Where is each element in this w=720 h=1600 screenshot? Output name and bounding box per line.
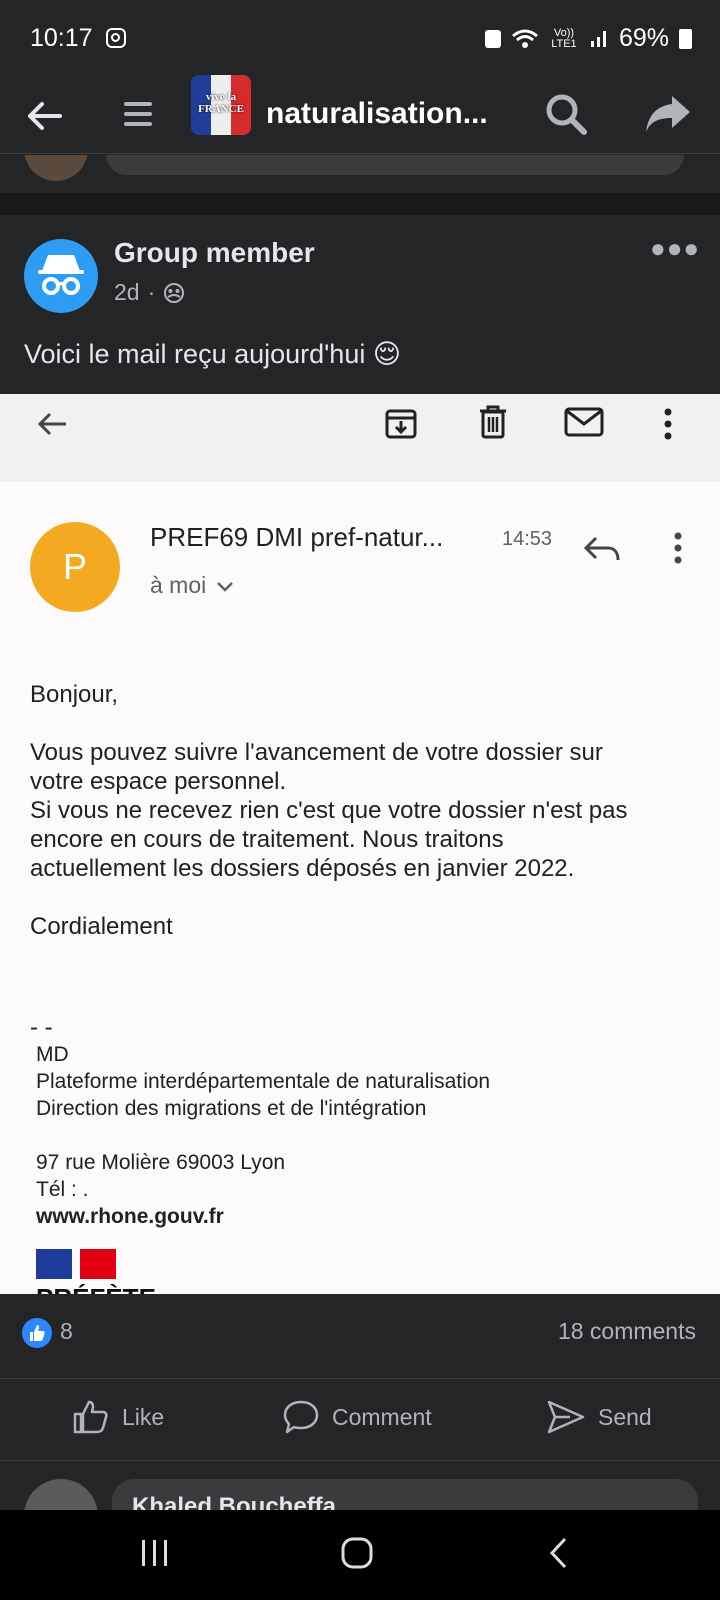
signal-icon	[590, 30, 606, 47]
commenter-name[interactable]: Khaled Boucheffa	[132, 1493, 336, 1510]
email-paragraph: Vous pouvez suivre l'avancement de votre…	[30, 739, 628, 882]
commenter-avatar[interactable]	[24, 1479, 98, 1510]
group-title[interactable]: naturalisation...	[266, 90, 488, 138]
reactions-bar: 8 18 comments	[0, 1294, 720, 1379]
signature-website: www.rhone.gouv.fr	[36, 1205, 224, 1228]
post-meta: 2d ·	[114, 279, 185, 306]
email-time: 14:53	[502, 528, 553, 550]
menu-icon[interactable]	[122, 98, 154, 130]
send-button[interactable]: Send	[546, 1399, 652, 1435]
signature-name: MD	[36, 1043, 69, 1066]
anonymous-avatar[interactable]	[24, 239, 98, 313]
delete-icon	[480, 405, 506, 439]
send-icon	[547, 1400, 585, 1434]
signature-org: Plateforme interdépartementale de natura…	[36, 1070, 491, 1093]
status-icons: Vo)) LTE1 69%	[484, 24, 692, 53]
instagram-icon	[105, 28, 126, 48]
like-count[interactable]: 8	[60, 1318, 73, 1345]
back-arrow-icon[interactable]	[24, 96, 64, 136]
recent-apps-icon[interactable]	[138, 1536, 172, 1570]
search-icon[interactable]	[544, 92, 588, 136]
battery-icon	[679, 28, 692, 49]
comment-count[interactable]: 18 comments	[558, 1318, 696, 1345]
network-label: Vo)) LTE1	[551, 26, 577, 50]
post-text: Voici le mail reçu aujourd'hui 😌	[24, 339, 401, 369]
comment-preview: Khaled Boucheffa	[0, 1461, 720, 1510]
post-separator	[0, 193, 720, 215]
home-icon[interactable]	[340, 1536, 374, 1570]
email-closing: Cordialement	[30, 913, 173, 940]
send-label: Send	[598, 1403, 652, 1430]
comment-icon	[283, 1400, 319, 1434]
wifi-icon	[511, 29, 538, 48]
like-button[interactable]: Like	[72, 1399, 164, 1435]
email-greeting: Bonjour,	[30, 681, 119, 708]
prefecture-logo-text: PRÉFÈTE	[36, 1283, 156, 1294]
comment-label: Comment	[332, 1403, 432, 1430]
recycle-icon	[484, 29, 501, 48]
incognito-icon	[38, 255, 84, 295]
archive-icon	[385, 409, 417, 439]
previous-post-strip	[0, 155, 720, 193]
gmail-more-icon	[664, 408, 672, 440]
gmail-back-icon	[37, 412, 66, 436]
signature-dash: - -	[30, 1014, 53, 1041]
post-age[interactable]: 2d	[114, 279, 140, 306]
post-options-icon[interactable]: ●●●	[650, 233, 700, 264]
like-label: Like	[122, 1403, 165, 1430]
back-nav-icon[interactable]	[546, 1536, 572, 1570]
reply-icon	[583, 536, 620, 561]
status-time: 10:17	[30, 24, 126, 53]
prev-comment-box[interactable]	[106, 155, 684, 175]
prev-avatar	[24, 155, 88, 181]
mail-icon	[564, 407, 604, 437]
group-logo[interactable]: vive la FRANCE	[191, 75, 251, 135]
meta-separator: ·	[147, 279, 156, 305]
recipient: à moi	[150, 572, 207, 598]
email-body: Bonjour, Vous pouvez suivre l'avancement…	[30, 680, 690, 970]
post-actions: Like Comment Send	[0, 1379, 720, 1461]
recipient-line: à moi	[150, 572, 234, 599]
sender-name: PREF69 DMI pref-natur...	[150, 522, 444, 552]
gmail-toolbar	[0, 394, 720, 482]
status-bar: 10:17 Vo)) LTE1 69%	[0, 0, 720, 80]
email-signature: - - MD Plateforme interdépartementale de…	[30, 1014, 491, 1230]
prefecture-logo: PRÉFÈTE	[36, 1249, 156, 1294]
group-privacy-icon	[164, 282, 185, 303]
chevron-down-icon	[217, 581, 234, 592]
signature-phone: Tél : .	[36, 1178, 89, 1201]
sender-avatar: P	[30, 522, 120, 612]
group-header: naturalisation...	[0, 80, 720, 154]
signature-dept: Direction des migrations et de l'intégra…	[36, 1097, 427, 1120]
share-icon[interactable]	[644, 92, 692, 136]
thumbs-up-icon	[73, 1400, 108, 1434]
comment-button[interactable]: Comment	[282, 1399, 432, 1435]
like-reaction-icon[interactable]	[22, 1318, 52, 1348]
android-nav-bar	[0, 1510, 720, 1600]
email-more-icon	[674, 532, 682, 564]
signature-address: 97 rue Molière 69003 Lyon	[36, 1151, 286, 1174]
post-author[interactable]: Group member	[114, 237, 315, 269]
logo-text: vive la FRANCE	[198, 91, 244, 115]
battery-percent: 69%	[618, 24, 669, 52]
email-screenshot-image[interactable]: P PREF69 DMI pref-natur... 14:53 à moi B…	[0, 394, 720, 1294]
